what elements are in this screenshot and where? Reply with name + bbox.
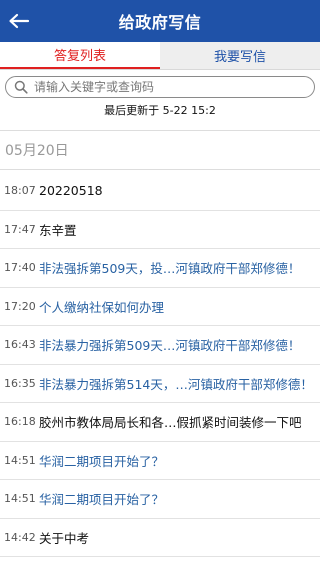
list-item[interactable]: 14:51 华润二期项目开始了？	[0, 480, 320, 519]
item-time: 16:35	[4, 376, 36, 390]
list-item[interactable]: 16:18 胶州市教体局局长和各…假抓紧时间装修一下吧	[0, 403, 320, 442]
item-title: 关于中考	[39, 530, 90, 546]
list-item[interactable]: 17:20 个人缴纳社保如何办理	[0, 288, 320, 326]
search-input[interactable]	[34, 80, 314, 94]
list-item[interactable]: 16:35 非法暴力强拆第514天，…河镇政府干部郑修德！	[0, 365, 320, 403]
item-time: 14:51	[4, 453, 36, 467]
item-time: 16:18	[4, 415, 36, 429]
item-time: 14:42	[4, 530, 36, 544]
letter-list: 18:07 20220518 17:47 东辛置 17:40 非法强拆第509天…	[0, 172, 320, 557]
list-item[interactable]: 14:51 华润二期项目开始了？	[0, 442, 320, 480]
item-title: 个人缴纳社保如何办理	[39, 299, 165, 315]
list-item[interactable]: 18:07 20220518	[0, 172, 320, 211]
item-time: 17:40	[4, 261, 36, 275]
item-time: 16:43	[4, 338, 36, 352]
date-header: 05月20日	[0, 130, 320, 170]
item-title: 非法暴力强拆第514天，…河镇政府干部郑修德！	[39, 376, 313, 392]
item-time: 18:07	[4, 184, 36, 198]
item-title: 非法暴力强拆第509天…河镇政府干部郑修德！	[39, 338, 301, 354]
tab-bar: 答复列表 我要写信	[0, 42, 320, 70]
left-arrow-icon	[9, 13, 30, 29]
item-time: 14:51	[4, 492, 36, 506]
item-title: 胶州市教体局局长和各…假抓紧时间装修一下吧	[39, 415, 302, 431]
list-item[interactable]: 17:40 非法强拆第509天，投…河镇政府干部郑修德！	[0, 249, 320, 288]
page-title: 给政府写信	[118, 13, 202, 32]
back-button[interactable]	[4, 6, 34, 36]
item-title: 非法强拆第509天，投…河镇政府干部郑修德！	[39, 261, 301, 277]
item-title: 20220518	[39, 183, 103, 199]
list-item[interactable]: 14:42 关于中考	[0, 519, 320, 557]
item-title: 华润二期项目开始了？	[39, 453, 165, 469]
list-item[interactable]: 16:43 非法暴力强拆第509天…河镇政府干部郑修德！	[0, 326, 320, 365]
item-title: 东辛置	[39, 222, 77, 238]
search-bar[interactable]	[5, 76, 315, 98]
search-icon	[14, 80, 28, 94]
item-title: 华润二期项目开始了？	[39, 492, 165, 508]
app-header: 给政府写信	[0, 0, 320, 42]
tab-write-letter[interactable]: 我要写信	[160, 42, 320, 69]
item-time: 17:20	[4, 299, 36, 313]
tab-reply-list[interactable]: 答复列表	[0, 42, 160, 69]
list-item[interactable]: 17:47 东辛置	[0, 211, 320, 249]
last-updated-text: 最后更新于 5-22 15:2	[104, 104, 216, 117]
item-time: 17:47	[4, 222, 36, 236]
